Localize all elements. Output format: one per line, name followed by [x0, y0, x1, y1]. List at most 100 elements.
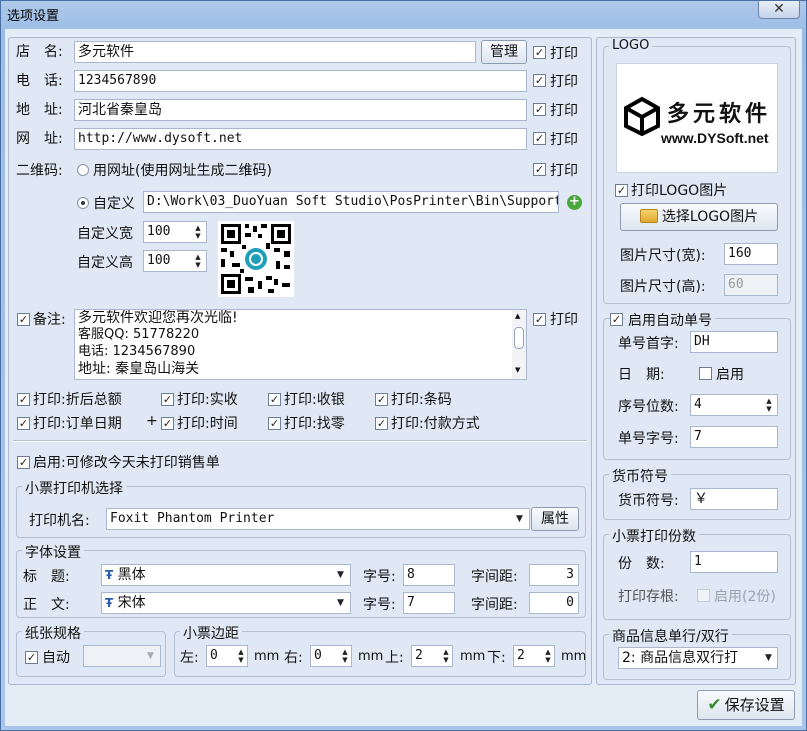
margin-unit: mm	[460, 649, 486, 664]
qrcode-custom-label: 自定义	[93, 196, 135, 212]
phone-input[interactable]: 1234567890	[74, 70, 527, 92]
print-name-label: 打印	[550, 46, 578, 62]
print-qrcode-checkbox[interactable]: ✓	[533, 163, 546, 176]
print-phone-label: 打印	[550, 74, 578, 90]
body-font-value: 宋体	[117, 595, 146, 611]
body-font-label: 正 文:	[23, 597, 70, 613]
manage-button[interactable]: 管理	[481, 40, 527, 64]
copies-input[interactable]: 1	[690, 551, 778, 573]
phone-label: 电 话:	[16, 73, 63, 89]
logo-height-input: 60	[724, 274, 778, 296]
margin-group-title: 小票边距	[180, 623, 242, 643]
logo-width-input[interactable]: 160	[724, 243, 778, 265]
title-font-select[interactable]: Ŧ 黑体	[101, 564, 351, 586]
qrcode-label: 二维码:	[16, 163, 63, 179]
chevron-down-icon: ▼	[337, 570, 344, 580]
print-discount-total-checkbox[interactable]: ✓	[17, 393, 30, 406]
body-size-input[interactable]: 7	[403, 592, 455, 614]
logo-brand-url: www.DYSoft.net	[661, 130, 769, 146]
print-phone-checkbox[interactable]: ✓	[533, 74, 546, 87]
print-website-checkbox[interactable]: ✓	[533, 132, 546, 145]
copies-label: 份 数:	[618, 556, 665, 572]
print-payment-checkbox[interactable]: ✓	[375, 417, 388, 430]
remark-textarea[interactable]: 多元软件欢迎您再次光临! 客服QQ: 51778220 电话: 12345678…	[74, 309, 527, 380]
qrcode-url-radio[interactable]	[77, 164, 89, 176]
website-input[interactable]: http://www.dysoft.net	[74, 128, 527, 150]
print-cashier-label: 打印:收银	[284, 392, 345, 408]
print-address-checkbox[interactable]: ✓	[533, 103, 546, 116]
margin-unit: mm	[254, 649, 280, 664]
font-type-icon: Ŧ	[105, 568, 114, 582]
print-time-checkbox[interactable]: ✓	[161, 417, 174, 430]
print-logo-checkbox[interactable]: ✓	[615, 184, 628, 197]
remark-line: 客服QQ: 51778220	[78, 327, 200, 342]
auto-number-checkbox[interactable]: ✓	[610, 313, 623, 326]
print-received-checkbox[interactable]: ✓	[161, 393, 174, 406]
stub-checkbox	[697, 589, 710, 602]
qrcode-custom-radio[interactable]	[77, 197, 89, 209]
printer-select[interactable]: Foxit Phantom Printer	[106, 508, 530, 530]
title-spacing-input[interactable]: 3	[529, 564, 579, 586]
word-size-input[interactable]: 7	[690, 426, 778, 448]
auto-number-title: 启用自动单号	[625, 310, 715, 330]
print-cashier-checkbox[interactable]: ✓	[268, 393, 281, 406]
right-panel: LOGO 多元软件 www.DYSoft.net ✓ 打印LOGO图片 选择LO…	[596, 37, 796, 685]
prefix-input[interactable]: DH	[690, 331, 778, 353]
font-type-icon: Ŧ	[105, 596, 114, 610]
logo-brand-cn: 多元软件	[667, 102, 772, 127]
print-change-checkbox[interactable]: ✓	[268, 417, 281, 430]
options-window: 选项设置 ✕ 店 名: 多元软件 管理 ✓ 打印 电 话: 1234567890…	[0, 0, 807, 731]
client-area: 店 名: 多元软件 管理 ✓ 打印 电 话: 1234567890 ✓ 打印 地…	[5, 29, 802, 726]
chevron-down-icon: ▼	[516, 514, 523, 524]
title-size-input[interactable]: 8	[403, 564, 455, 586]
print-barcode-checkbox[interactable]: ✓	[375, 393, 388, 406]
check-icon: ✔	[707, 695, 722, 715]
enable-modify-checkbox[interactable]: ✓	[17, 456, 30, 469]
remark-scrollbar[interactable]: ▲ ▼	[512, 310, 526, 379]
close-button[interactable]: ✕	[758, 1, 800, 19]
address-input[interactable]: 河北省秦皇岛	[74, 99, 527, 121]
copies-group-title: 小票打印份数	[609, 526, 699, 546]
margin-left-spinner[interactable]: ▲ ▼	[235, 648, 247, 664]
goods-group: 商品信息单行/双行 2: 商品信息双行打 ▼	[603, 626, 791, 680]
body-font-select[interactable]: Ŧ 宋体	[101, 592, 351, 614]
qrcode-url-label: 用网址(使用网址生成二维码)	[93, 163, 272, 179]
currency-group-title: 货币符号	[609, 466, 671, 486]
title-size-label: 字号:	[363, 569, 396, 585]
paper-auto-checkbox[interactable]: ✓	[25, 651, 38, 664]
printer-properties-button[interactable]: 属性	[531, 507, 579, 531]
print-order-date-label: 打印:订单日期	[33, 416, 122, 432]
address-label: 地 址:	[16, 102, 63, 118]
add-icon[interactable]: +	[567, 195, 582, 210]
qrcode-path-input[interactable]: D:\Work\03_DuoYuan Soft Studio\PosPrinte…	[143, 191, 559, 213]
digits-label: 序号位数:	[618, 399, 679, 415]
print-remark-checkbox[interactable]: ✓	[533, 313, 546, 326]
remark-checkbox[interactable]: ✓	[17, 313, 30, 326]
margin-group: 小票边距 左: 0 ▲ ▼ mm 右: 0 ▲ ▼ mm 上: 2 ▲ ▼ mm 下:…	[174, 623, 586, 677]
qrcode-height-spinner[interactable]: ▲ ▼	[192, 253, 204, 269]
body-spacing-input[interactable]: 0	[529, 592, 579, 614]
print-logo-label: 打印LOGO图片	[631, 183, 728, 199]
print-order-date-checkbox[interactable]: ✓	[17, 417, 30, 430]
currency-input[interactable]: ￥	[690, 488, 778, 510]
stub-option-label: 启用(2份)	[714, 589, 776, 605]
margin-right-label: 右:	[284, 650, 303, 666]
remark-label: 备注:	[33, 312, 66, 328]
enable-modify-label: 启用:可修改今天未打印销售单	[33, 455, 220, 471]
title-spacing-label: 字间距:	[471, 569, 518, 585]
window-title: 选项设置	[7, 9, 60, 24]
paper-group-title: 纸张规格	[22, 623, 84, 643]
margin-top-spinner[interactable]: ▲ ▼	[440, 648, 452, 664]
chevron-down-icon: ▼	[337, 598, 344, 608]
margin-bottom-spinner[interactable]: ▲ ▼	[542, 648, 554, 664]
paper-auto-label: 自动	[42, 650, 70, 666]
goods-mode-select[interactable]: 2: 商品信息双行打	[618, 647, 778, 669]
print-name-checkbox[interactable]: ✓	[533, 46, 546, 59]
margin-right-spinner[interactable]: ▲ ▼	[339, 648, 351, 664]
select-logo-button[interactable]: 选择LOGO图片	[620, 203, 778, 231]
digits-spinner[interactable]: ▲ ▼	[763, 397, 775, 413]
shop-name-input[interactable]: 多元软件	[74, 41, 476, 63]
qrcode-width-spinner[interactable]: ▲ ▼	[192, 224, 204, 240]
save-button[interactable]: ✔ 保存设置	[697, 690, 795, 720]
date-enable-checkbox[interactable]	[699, 367, 712, 380]
